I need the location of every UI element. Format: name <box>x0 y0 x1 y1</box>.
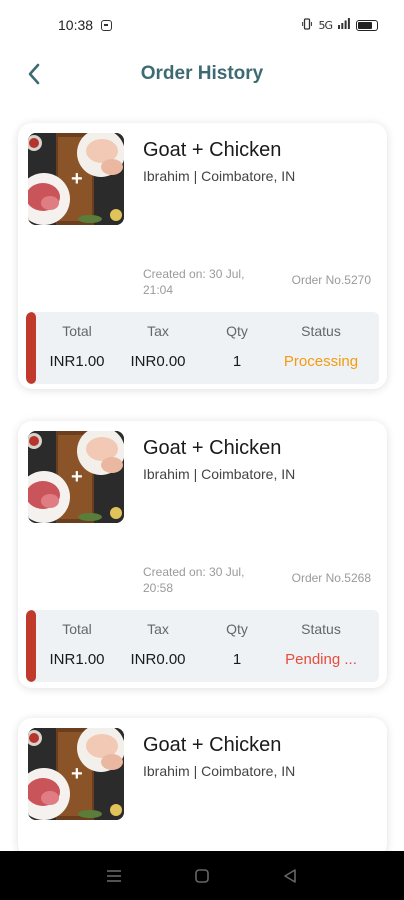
summary-accent-bar <box>26 610 36 682</box>
qty-label: Qty <box>226 621 248 637</box>
menu-icon <box>107 869 121 882</box>
order-created: Created on: 30 Jul, 20:58 <box>143 565 245 595</box>
triangle-back-icon <box>284 868 296 883</box>
tax-column: Tax INR0.00 <box>122 312 194 384</box>
total-value: INR1.00 <box>49 353 105 370</box>
order-created: Created on: 30 Jul, 21:04 <box>143 267 245 297</box>
svg-text:+: + <box>71 763 83 785</box>
system-nav-bar <box>0 851 404 900</box>
status-left: 10:38 <box>58 17 113 33</box>
tax-label: Tax <box>147 323 169 339</box>
qty-value: 1 <box>232 651 242 668</box>
system-back-button[interactable] <box>275 861 305 891</box>
tax-value: INR0.00 <box>130 353 186 370</box>
svg-text:+: + <box>71 168 83 190</box>
square-home-icon <box>195 868 209 883</box>
order-title: Goat + Chicken <box>143 139 282 161</box>
total-column: Total INR1.00 <box>42 312 112 384</box>
status-badge: Pending ... <box>285 651 357 668</box>
order-card[interactable]: + Goat + Chicken Ibrahim | Coimbatore, I… <box>18 123 387 389</box>
svg-text:+: + <box>71 466 83 488</box>
total-value: INR1.00 <box>49 651 105 668</box>
network-label: 5G <box>318 18 332 32</box>
clock: 10:38 <box>58 17 94 33</box>
order-location: Ibrahim | Coimbatore, IN <box>143 466 296 482</box>
tax-value: INR0.00 <box>130 651 186 668</box>
total-column: Total INR1.00 <box>42 610 112 682</box>
order-location: Ibrahim | Coimbatore, IN <box>143 763 296 779</box>
battery-icon <box>356 19 378 31</box>
page-title: Order History <box>140 63 264 84</box>
order-title: Goat + Chicken <box>143 734 282 756</box>
status-label: Status <box>301 621 341 637</box>
status-column: Status Processing <box>272 312 370 384</box>
qty-value: 1 <box>232 353 242 370</box>
back-button[interactable] <box>20 60 48 88</box>
qty-label: Qty <box>226 323 248 339</box>
order-card[interactable]: + Goat + Chicken Ibrahim | Coimbatore, I… <box>18 718 387 858</box>
order-number: Order No.5270 <box>291 273 371 287</box>
status-bar: 10:38 5G <box>0 0 404 50</box>
signal-icon <box>338 18 350 32</box>
order-title: Goat + Chicken <box>143 437 282 459</box>
status-label: Status <box>301 323 341 339</box>
order-number: Order No.5268 <box>291 571 371 585</box>
product-image: + <box>28 728 124 820</box>
notification-icon <box>101 19 113 31</box>
order-summary: Total INR1.00 Tax INR0.00 Qty 1 Status P… <box>26 312 379 384</box>
product-image: + <box>28 133 124 225</box>
order-location: Ibrahim | Coimbatore, IN <box>143 168 296 184</box>
vibrate-icon <box>302 17 313 33</box>
order-summary: Total INR1.00 Tax INR0.00 Qty 1 Status P… <box>26 610 379 682</box>
summary-accent-bar <box>26 312 36 384</box>
product-image: + <box>28 431 124 523</box>
recents-button[interactable] <box>99 861 129 891</box>
order-card[interactable]: + Goat + Chicken Ibrahim | Coimbatore, I… <box>18 421 387 688</box>
status-column: Status Pending ... <box>272 610 370 682</box>
total-label: Total <box>62 323 92 339</box>
status-right: 5G <box>302 17 378 33</box>
status-badge: Processing <box>283 353 359 370</box>
tax-label: Tax <box>147 621 169 637</box>
qty-column: Qty 1 <box>217 312 257 384</box>
chevron-left-icon <box>28 63 40 85</box>
tax-column: Tax INR0.00 <box>122 610 194 682</box>
home-button[interactable] <box>187 861 217 891</box>
app-header: Order History <box>0 52 404 96</box>
qty-column: Qty 1 <box>217 610 257 682</box>
total-label: Total <box>62 621 92 637</box>
